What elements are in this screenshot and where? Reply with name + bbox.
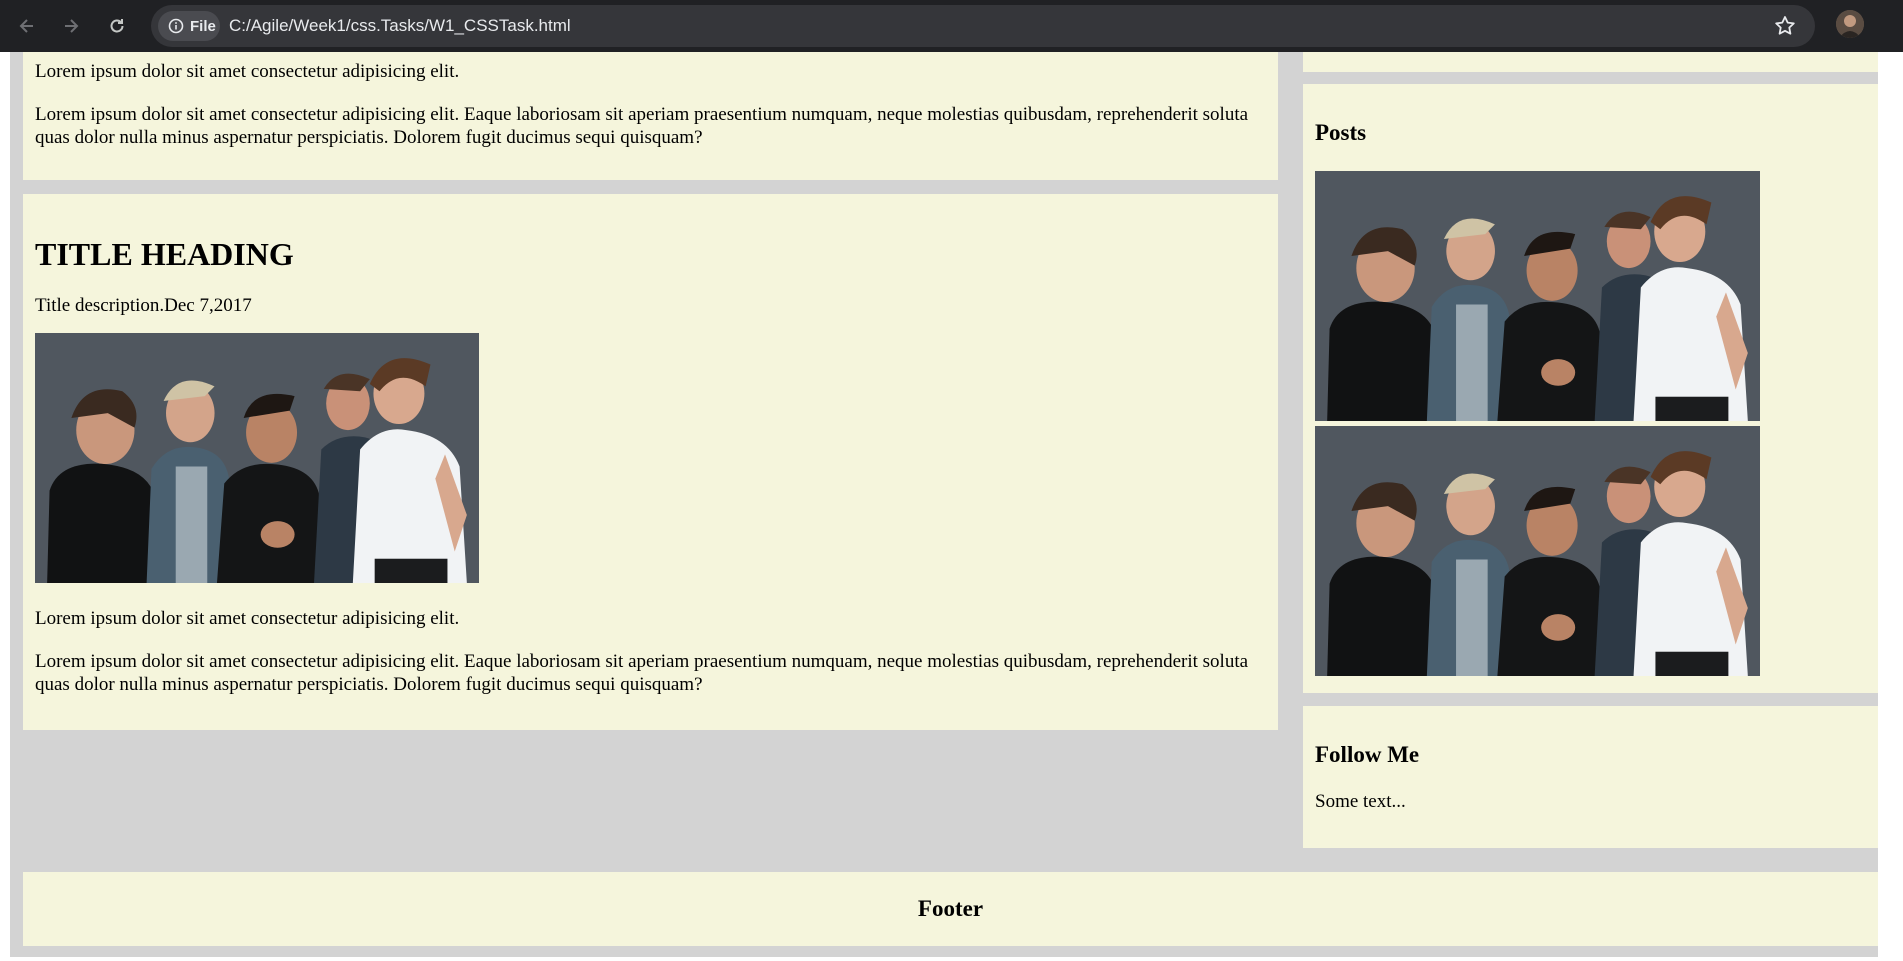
posts-card: Posts — [1303, 84, 1878, 693]
article-card: Lorem ipsum dolor sit amet consectetur a… — [23, 52, 1278, 180]
article-card: TITLE HEADING Title description.Dec 7,20… — [23, 194, 1278, 730]
post-image[interactable] — [1315, 426, 1760, 676]
follow-card: Follow Me Some text... — [1303, 706, 1878, 848]
site-info-chip[interactable]: File — [158, 11, 220, 41]
article-short-text: Lorem ipsum dolor sit amet consectetur a… — [35, 608, 460, 629]
page-viewport[interactable]: Lorem ipsum dolor sit amet consectetur a… — [0, 52, 1903, 961]
back-button[interactable] — [11, 10, 43, 42]
browser-toolbar: File C:/Agile/Week1/css.Tasks/W1_CSSTask… — [0, 0, 1903, 52]
profile-avatar[interactable] — [1836, 10, 1864, 38]
follow-text: Some text... — [1315, 791, 1406, 812]
article-long-text: Lorem ipsum dolor sit amet consectetur a… — [35, 651, 1249, 695]
info-icon — [168, 18, 184, 34]
article-image — [35, 333, 479, 583]
forward-button[interactable] — [55, 10, 87, 42]
reload-button[interactable] — [101, 10, 133, 42]
avatar-icon — [1836, 10, 1864, 38]
follow-heading: Follow Me — [1315, 742, 1420, 767]
reload-icon — [110, 19, 124, 33]
article-title: TITLE HEADING — [35, 236, 294, 272]
file-chip-label: File — [190, 17, 216, 35]
article-short-text: Lorem ipsum dolor sit amet consectetur a… — [35, 61, 460, 82]
posts-heading: Posts — [1315, 120, 1367, 145]
scrollbar[interactable] — [1888, 52, 1903, 961]
article-long-text: Lorem ipsum dolor sit amet consectetur a… — [35, 104, 1249, 148]
post-image[interactable] — [1315, 171, 1760, 421]
footer: Footer — [23, 872, 1878, 946]
article-description: Title description.Dec 7,2017 — [35, 295, 252, 316]
address-bar[interactable]: File C:/Agile/Week1/css.Tasks/W1_CSSTask… — [151, 5, 1815, 47]
sidebar-card — [1303, 52, 1878, 72]
footer-label: Footer — [917, 896, 984, 921]
back-arrow-icon — [19, 19, 33, 33]
url-text[interactable]: C:/Agile/Week1/css.Tasks/W1_CSSTask.html — [229, 16, 571, 36]
forward-arrow-icon — [65, 19, 79, 33]
bookmark-star-icon[interactable] — [1773, 14, 1797, 38]
